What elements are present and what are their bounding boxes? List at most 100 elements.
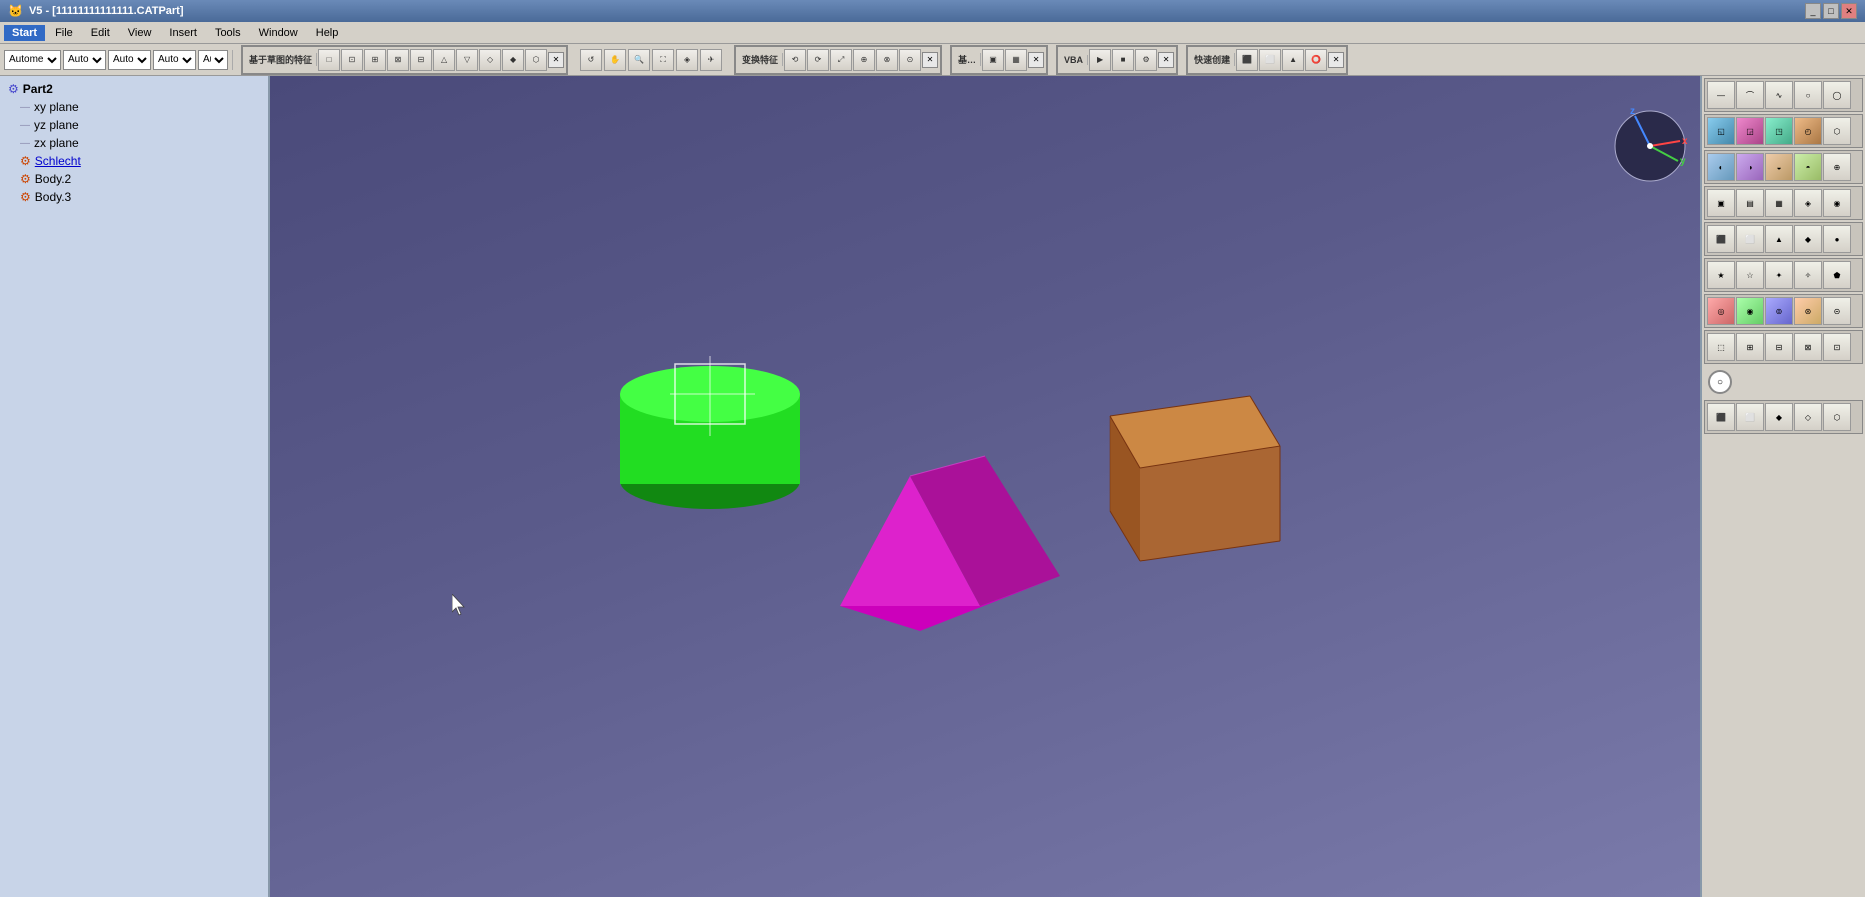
tb-symmetry-btn[interactable]: ⤢ <box>830 49 852 71</box>
tree-item-schlecht[interactable]: ⚙ Schlecht <box>0 152 268 170</box>
rt-col3-5-btn[interactable]: ⊡ <box>1823 333 1851 361</box>
rt-col2-1-btn[interactable]: ◎ <box>1707 297 1735 325</box>
tree-item-xy[interactable]: — xy plane <box>0 98 268 116</box>
tree-item-zx[interactable]: — zx plane <box>0 134 268 152</box>
tb-groove-btn[interactable]: ⊠ <box>387 49 409 71</box>
rt-extra1-btn[interactable]: ⬛ <box>1707 225 1735 253</box>
rt-extra3-btn[interactable]: ▲ <box>1765 225 1793 253</box>
tb-loft-btn[interactable]: ⬡ <box>525 49 547 71</box>
rt-circle-btn[interactable]: ○ <box>1794 81 1822 109</box>
tree-root[interactable]: ⚙ Part2 <box>0 80 268 98</box>
tb-rotate-btn[interactable]: ⟳ <box>807 49 829 71</box>
dropdown-auto2[interactable]: Auto <box>108 50 151 70</box>
maximize-button[interactable]: □ <box>1823 3 1839 19</box>
minimize-button[interactable]: _ <box>1805 3 1821 19</box>
base-panel-close[interactable]: ✕ <box>1028 52 1044 68</box>
tb-quick3-btn[interactable]: ▲ <box>1282 49 1304 71</box>
rt-end4-btn[interactable]: ◇ <box>1794 403 1822 431</box>
rt-col2-5-btn[interactable]: ⊝ <box>1823 297 1851 325</box>
rt-surf2-btn[interactable]: ◲ <box>1736 117 1764 145</box>
tb-scale-btn[interactable]: ⊙ <box>899 49 921 71</box>
tb-pocket-btn[interactable]: ⊡ <box>341 49 363 71</box>
zoom-btn[interactable]: 🔍 <box>628 49 650 71</box>
rt-extra4-btn[interactable]: ◆ <box>1794 225 1822 253</box>
rt-col3-4-btn[interactable]: ⊠ <box>1794 333 1822 361</box>
transform-panel-close[interactable]: ✕ <box>922 52 938 68</box>
fly-btn[interactable]: ✈ <box>700 49 722 71</box>
menu-view[interactable]: View <box>120 25 160 41</box>
tb-vba1-btn[interactable]: ▶ <box>1089 49 1111 71</box>
rt-fill1-btn[interactable]: ▣ <box>1707 189 1735 217</box>
rt-misc4-btn[interactable]: ✧ <box>1794 261 1822 289</box>
rt-end2-btn[interactable]: ⬜ <box>1736 403 1764 431</box>
tb-shaft-btn[interactable]: ⊞ <box>364 49 386 71</box>
rt-fill3-btn[interactable]: ▦ <box>1765 189 1793 217</box>
rt-fill5-btn[interactable]: ◉ <box>1823 189 1851 217</box>
dropdown-au[interactable]: Au <box>198 50 228 70</box>
rt-col2-4-btn[interactable]: ⊛ <box>1794 297 1822 325</box>
rt-ellipse-btn[interactable]: ◯ <box>1823 81 1851 109</box>
rt-surf4-btn[interactable]: ◴ <box>1794 117 1822 145</box>
dropdown-auto1[interactable]: Auto <box>63 50 106 70</box>
dropdown-auto3[interactable]: Auto <box>153 50 196 70</box>
tb-shell-btn[interactable]: ◇ <box>479 49 501 71</box>
menu-file[interactable]: File <box>47 25 81 41</box>
rt-line-btn[interactable]: — <box>1707 81 1735 109</box>
rt-fill4-btn[interactable]: ◈ <box>1794 189 1822 217</box>
rt-mod3-btn[interactable]: ◒ <box>1765 153 1793 181</box>
rt-curve-btn[interactable]: ⌒ <box>1736 81 1764 109</box>
rt-col3-3-btn[interactable]: ⊟ <box>1765 333 1793 361</box>
tb-vba3-btn[interactable]: ⚙ <box>1135 49 1157 71</box>
tb-base2-btn[interactable]: ▦ <box>1005 49 1027 71</box>
menu-insert[interactable]: Insert <box>161 25 205 41</box>
tb-quick1-btn[interactable]: ⬛ <box>1236 49 1258 71</box>
rt-end3-btn[interactable]: ◆ <box>1765 403 1793 431</box>
rt-fill2-btn[interactable]: ▤ <box>1736 189 1764 217</box>
rt-col3-1-btn[interactable]: ⬚ <box>1707 333 1735 361</box>
tb-quick4-btn[interactable]: ⭕ <box>1305 49 1327 71</box>
rt-mod5-btn[interactable]: ⊕ <box>1823 153 1851 181</box>
viewport[interactable]: z x y <box>270 76 1700 897</box>
quick-panel-close[interactable]: ✕ <box>1328 52 1344 68</box>
tb-rib-btn[interactable]: ⊟ <box>410 49 432 71</box>
tb-slot-btn[interactable]: △ <box>433 49 455 71</box>
tree-item-body3[interactable]: ⚙ Body.3 <box>0 188 268 206</box>
fit-btn[interactable]: ⛶ <box>652 49 674 71</box>
close-button[interactable]: ✕ <box>1841 3 1857 19</box>
rt-extra2-btn[interactable]: ⬜ <box>1736 225 1764 253</box>
tb-translate-btn[interactable]: ⟲ <box>784 49 806 71</box>
rt-mod2-btn[interactable]: ◑ <box>1736 153 1764 181</box>
vba-panel-close[interactable]: ✕ <box>1158 52 1174 68</box>
tb-pad-btn[interactable]: □ <box>318 49 340 71</box>
rt-surf5-btn[interactable]: ⬡ <box>1823 117 1851 145</box>
rt-mod1-btn[interactable]: ◐ <box>1707 153 1735 181</box>
menu-start[interactable]: Start <box>4 25 45 41</box>
rt-col2-3-btn[interactable]: ⊚ <box>1765 297 1793 325</box>
tree-item-body2[interactable]: ⚙ Body.2 <box>0 170 268 188</box>
circle-tool-btn[interactable]: ○ <box>1708 370 1732 394</box>
rt-surf3-btn[interactable]: ◳ <box>1765 117 1793 145</box>
sketch-panel-close[interactable]: ✕ <box>548 52 564 68</box>
tree-item-yz[interactable]: — yz plane <box>0 116 268 134</box>
triangle-object[interactable] <box>830 446 1050 616</box>
rt-end1-btn[interactable]: ⬛ <box>1707 403 1735 431</box>
rotate-btn[interactable]: ↺ <box>580 49 602 71</box>
rt-misc5-btn[interactable]: ⬟ <box>1823 261 1851 289</box>
rt-end5-btn[interactable]: ⬡ <box>1823 403 1851 431</box>
tb-mirror-btn[interactable]: ⊕ <box>853 49 875 71</box>
rt-misc2-btn[interactable]: ☆ <box>1736 261 1764 289</box>
rt-misc1-btn[interactable]: ★ <box>1707 261 1735 289</box>
pan-btn[interactable]: ✋ <box>604 49 626 71</box>
cylinder-object[interactable] <box>610 326 810 526</box>
rt-col2-2-btn[interactable]: ◉ <box>1736 297 1764 325</box>
rt-surf1-btn[interactable]: ◱ <box>1707 117 1735 145</box>
rt-spline-btn[interactable]: ∿ <box>1765 81 1793 109</box>
tb-draft-btn[interactable]: ◆ <box>502 49 524 71</box>
dropdown-automate[interactable]: Autome <box>4 50 61 70</box>
tb-base1-btn[interactable]: ▣ <box>982 49 1004 71</box>
view3d-btn[interactable]: ◈ <box>676 49 698 71</box>
tb-pattern-btn[interactable]: ⊗ <box>876 49 898 71</box>
menu-window[interactable]: Window <box>251 25 306 41</box>
rt-extra5-btn[interactable]: ● <box>1823 225 1851 253</box>
tb-vba2-btn[interactable]: ■ <box>1112 49 1134 71</box>
